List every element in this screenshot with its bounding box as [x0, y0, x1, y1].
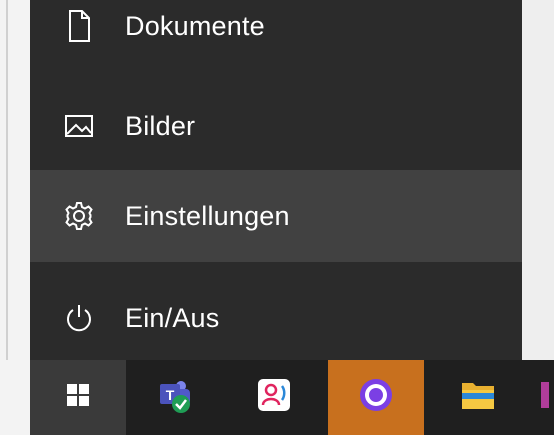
taskbar-partial-app-button[interactable] — [532, 360, 554, 435]
power-icon — [62, 301, 96, 335]
taskbar: T — [30, 360, 554, 435]
windows-logo-icon — [66, 383, 90, 412]
app-icon — [537, 380, 549, 415]
start-button[interactable] — [30, 360, 126, 435]
folder-icon — [458, 377, 498, 418]
menu-item-label: Ein/Aus — [125, 302, 220, 333]
desktop-edge-right — [520, 0, 554, 360]
teams-icon: T — [154, 375, 194, 420]
taskbar-file-explorer-button[interactable] — [430, 360, 526, 435]
start-menu-item-documents[interactable]: Dokumente — [30, 0, 522, 72]
start-menu-item-power[interactable]: Ein/Aus — [30, 272, 522, 364]
settings-gear-icon — [62, 199, 96, 233]
start-menu-item-settings[interactable]: Einstellungen — [30, 170, 522, 262]
screen: Dokumente Bilder Einstellungen Ein/Aus T — [0, 0, 554, 435]
start-menu-item-pictures[interactable]: Bilder — [30, 80, 522, 172]
document-icon — [62, 9, 96, 43]
menu-item-label: Dokumente — [125, 10, 265, 41]
taskbar-contacts-button[interactable] — [226, 360, 322, 435]
menu-item-label: Bilder — [125, 110, 196, 141]
menu-item-label: Einstellungen — [125, 200, 290, 231]
start-menu: Dokumente Bilder Einstellungen Ein/Aus — [30, 0, 522, 360]
pictures-icon — [62, 109, 96, 143]
taskbar-cortana-button[interactable] — [328, 360, 424, 435]
taskbar-teams-button[interactable]: T — [126, 360, 222, 435]
contacts-icon — [254, 375, 294, 420]
cortana-icon — [358, 377, 394, 418]
desktop-edge — [0, 0, 30, 435]
